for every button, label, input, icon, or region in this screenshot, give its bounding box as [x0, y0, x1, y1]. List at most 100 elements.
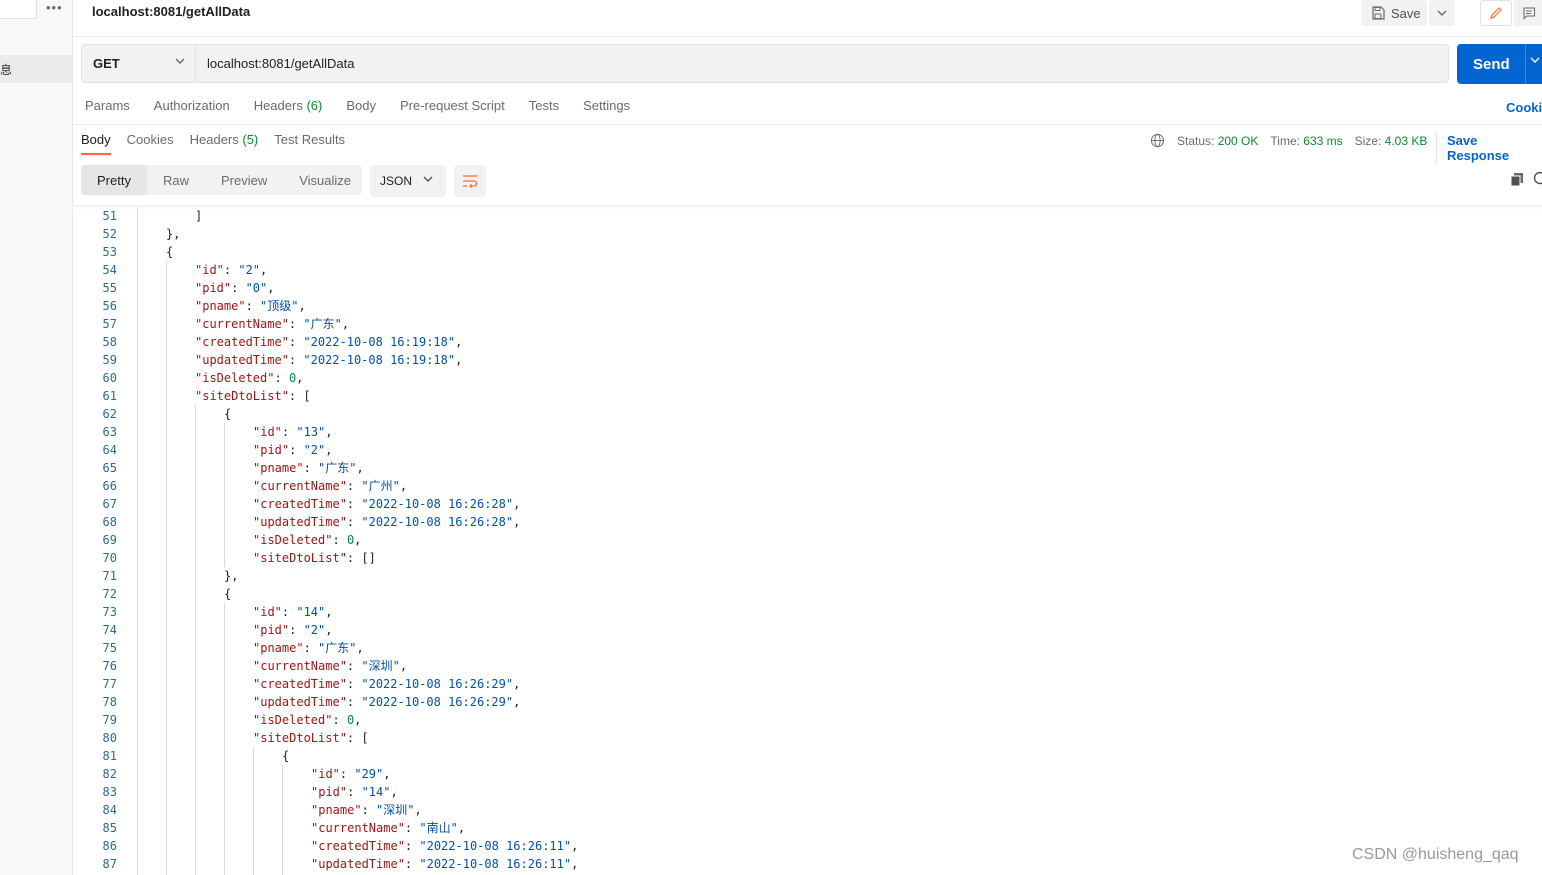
json-key: "isDeleted" [253, 713, 333, 727]
line-number: 76 [102, 659, 117, 673]
tab-authorization[interactable]: Authorization [154, 98, 230, 120]
line-number: 77 [102, 677, 117, 691]
json-value: "2" [303, 623, 326, 637]
tab-label: Authorization [153, 98, 230, 113]
json-value: [] [361, 551, 376, 565]
json-key: "updatedTime" [253, 515, 347, 529]
json-punctuation: , [260, 263, 268, 277]
code-line: 84 "pname": "深圳", [72, 801, 1472, 819]
json-punctuation: ] [195, 209, 203, 223]
json-punctuation: , [513, 677, 521, 691]
code-line: 69 "isDeleted": 0, [72, 531, 1472, 549]
json-punctuation: , [513, 515, 521, 529]
tab-test-results[interactable]: Test Results [274, 132, 345, 155]
code-line: 68 "updatedTime": "2022-10-08 16:26:28", [72, 513, 1472, 531]
search-icon[interactable] [1532, 171, 1542, 187]
save-options-button[interactable] [1429, 0, 1455, 26]
edit-button[interactable] [1480, 0, 1512, 26]
format-value: JSON [380, 174, 413, 188]
json-punctuation: }, [224, 569, 239, 583]
tab-tests[interactable]: Tests [529, 98, 559, 120]
tab-body[interactable]: Body [346, 98, 376, 120]
json-punctuation: , [356, 461, 364, 475]
json-value: "2022-10-08 16:26:28" [361, 515, 514, 529]
globe-icon[interactable] [1150, 133, 1165, 148]
request-name[interactable]: localhost:8081/getAllData [92, 4, 250, 19]
json-punctuation: , [383, 767, 391, 781]
code-line: 79 "isDeleted": 0, [72, 711, 1472, 729]
code-line: 59 "updatedTime": "2022-10-08 16:19:18", [72, 351, 1472, 369]
chevron-down-icon[interactable] [1530, 57, 1540, 63]
response-size: Size: 4.03 KB [1355, 134, 1428, 148]
code-line: 75 "pname": "广东", [72, 639, 1472, 657]
tab-label: Headers [253, 98, 307, 113]
line-number: 59 [102, 353, 117, 367]
view-tab-visualize[interactable]: Visualize [283, 165, 367, 195]
json-value: "2022-10-08 16:26:11" [419, 839, 572, 853]
code-line: 55 "pid": "0", [72, 279, 1472, 297]
view-tab-pretty[interactable]: Pretty [81, 165, 147, 195]
wrap-lines-button[interactable] [454, 165, 486, 197]
json-key: "pid" [253, 623, 290, 637]
json-value: "广东" [318, 461, 357, 475]
json-key: "currentName" [253, 479, 347, 493]
code-line: 85 "currentName": "南山", [72, 819, 1472, 837]
watermark: CSDN @huisheng_qaq [1352, 846, 1519, 863]
cookies-link[interactable]: Cookie [1506, 100, 1542, 115]
json-value: "14" [361, 785, 391, 799]
code-line: 83 "pid": "14", [72, 783, 1472, 801]
line-number: 54 [102, 263, 117, 277]
view-tab-raw[interactable]: Raw [147, 165, 205, 195]
copy-icon[interactable] [1510, 172, 1524, 187]
tab-response-body[interactable]: Body [81, 132, 111, 155]
send-button[interactable]: Send [1457, 44, 1542, 84]
json-value: "2022-10-08 16:19:18" [303, 335, 456, 349]
line-number: 62 [102, 407, 117, 421]
save-label: Save [1391, 5, 1421, 21]
tab-settings[interactable]: Settings [583, 98, 630, 120]
code-line: 61 "siteDtoList": [ [72, 387, 1472, 405]
tab-params[interactable]: Params [85, 98, 130, 120]
more-options-icon[interactable]: ••• [46, 0, 63, 15]
json-value: "南山" [419, 821, 458, 835]
wrap-lines-icon [463, 175, 478, 188]
response-body-code[interactable]: 51] 52}, 53{54 "id": "2", 55 "pid": "0", 56 "pn… [72, 207, 1542, 875]
comments-button[interactable] [1514, 0, 1542, 26]
code-text: "siteDtoList": [ [253, 731, 369, 745]
tab-response-headers[interactable]: Headers (5) [190, 132, 259, 155]
line-number: 69 [102, 533, 117, 547]
code-text: "updatedTime": "2022-10-08 16:26:29", [253, 695, 521, 709]
line-number: 83 [102, 785, 117, 799]
json-value: "2" [238, 263, 261, 277]
tab-response-cookies[interactable]: Cookies [127, 132, 174, 155]
json-key: "siteDtoList" [253, 551, 347, 565]
json-punctuation: , [325, 425, 333, 439]
response-time: Time: 633 ms [1270, 134, 1342, 148]
json-value: "2022-10-08 16:26:11" [419, 857, 572, 871]
tab-pre-request-script[interactable]: Pre-request Script [400, 98, 505, 120]
json-key: "pid" [311, 785, 348, 799]
size-value: 4.03 KB [1384, 133, 1428, 148]
tab-headers[interactable]: Headers (6) [254, 98, 323, 120]
save-response-button[interactable]: Save Response [1436, 133, 1542, 163]
json-punctuation: { [282, 749, 290, 763]
format-select[interactable]: JSON [370, 165, 446, 197]
code-text: ] [195, 207, 202, 225]
line-number: 68 [102, 515, 117, 529]
json-punctuation: , [513, 497, 521, 511]
view-tab-preview[interactable]: Preview [205, 165, 283, 195]
code-text: "currentName": "深圳", [253, 659, 408, 673]
json-key: "pname" [253, 461, 304, 475]
http-method-select[interactable]: GET [81, 44, 196, 83]
json-punctuation: , [325, 443, 333, 457]
response-tabs: Body Cookies Headers (5) Test Results [81, 132, 361, 155]
sidebar-search-box[interactable] [0, 0, 37, 19]
save-button[interactable]: Save [1361, 0, 1427, 26]
line-number: 60 [102, 371, 117, 385]
code-text: "currentName": "南山", [311, 821, 466, 835]
json-value: "广东" [318, 641, 357, 655]
url-input[interactable] [196, 44, 1449, 83]
sidebar-selected-item[interactable]: 息 [0, 55, 72, 83]
json-value: "14" [296, 605, 326, 619]
json-punctuation: , [354, 533, 362, 547]
